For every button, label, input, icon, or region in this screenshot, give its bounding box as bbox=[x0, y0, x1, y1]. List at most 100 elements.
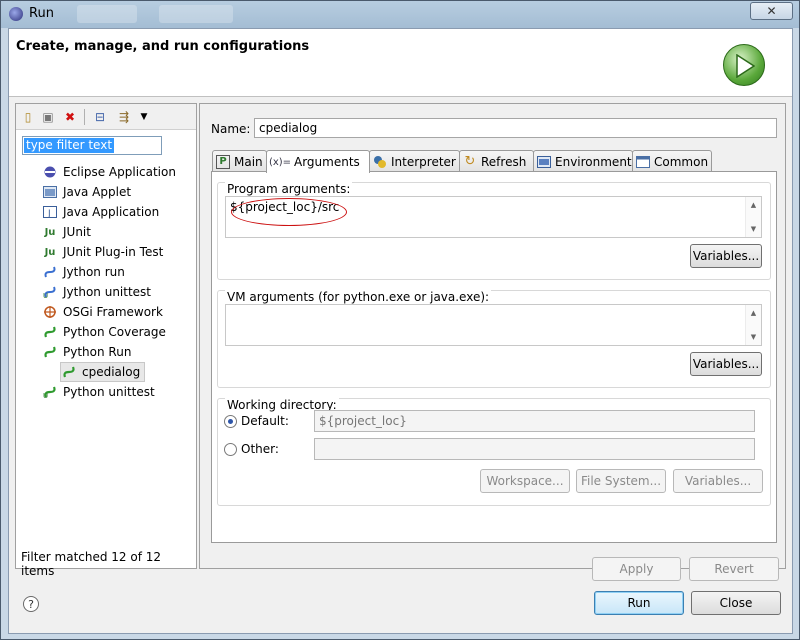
tab-arguments[interactable]: (x)= Arguments bbox=[266, 150, 370, 173]
configuration-editor-pane: Name: cpedialog P Main (x)= Arguments In… bbox=[199, 103, 786, 581]
tab-interpreter[interactable]: Interpreter bbox=[369, 150, 460, 172]
tab-label: Common bbox=[654, 154, 709, 169]
close-icon: ✕ bbox=[766, 4, 777, 18]
vm-variables-button[interactable]: Variables... bbox=[690, 352, 762, 376]
tab-label: Interpreter bbox=[391, 154, 456, 169]
other-radio[interactable]: Other: bbox=[224, 439, 279, 459]
arguments-tab-body: Program arguments: ${project_loc}/src ▲ … bbox=[211, 171, 777, 543]
python-config-icon bbox=[61, 364, 77, 380]
arguments-icon: (x)= bbox=[268, 156, 292, 168]
delete-config-button[interactable]: ✖ bbox=[62, 109, 78, 125]
tree-item-jython-run[interactable]: Jython run bbox=[42, 262, 125, 282]
vm-arguments-title: VM arguments (for python.exe or java.exe… bbox=[225, 290, 492, 304]
filter-icon: ⇶ bbox=[118, 110, 130, 124]
name-input[interactable]: cpedialog bbox=[254, 118, 777, 138]
environment-icon bbox=[537, 155, 551, 169]
vm-arguments-group: VM arguments (for python.exe or java.exe… bbox=[217, 290, 771, 388]
tab-refresh[interactable]: ↻ Refresh bbox=[459, 150, 534, 172]
junit-icon: Ju bbox=[44, 226, 56, 238]
collapse-all-button[interactable]: ⊟ bbox=[92, 109, 108, 125]
default-radio-label: Default: bbox=[241, 414, 289, 428]
working-dir-variables-button[interactable]: Variables... bbox=[673, 469, 763, 493]
program-arguments-scrollbar[interactable]: ▲ ▼ bbox=[745, 197, 761, 237]
other-directory-field[interactable] bbox=[314, 438, 755, 460]
window-close-button[interactable]: ✕ bbox=[750, 2, 793, 20]
vm-arguments-scrollbar[interactable]: ▲ ▼ bbox=[745, 305, 761, 345]
eclipse-icon bbox=[9, 7, 23, 21]
config-toolbar: ▯ ▣ ✖ ⊟ ⇶ ▼ bbox=[16, 104, 196, 130]
run-icon bbox=[723, 44, 765, 86]
tree-item-python-run[interactable]: Python Run bbox=[42, 342, 131, 362]
svg-text:U: U bbox=[43, 392, 48, 399]
tree-item-java-application[interactable]: J Java Application bbox=[42, 202, 159, 222]
window-title: Run bbox=[29, 6, 54, 21]
scroll-down-icon[interactable]: ▼ bbox=[746, 331, 761, 343]
tab-label: Main bbox=[234, 154, 263, 169]
main-tab-icon: P bbox=[216, 154, 230, 169]
radio-unselected-icon bbox=[224, 442, 237, 456]
scroll-up-icon[interactable]: ▲ bbox=[746, 199, 761, 211]
applet-icon bbox=[42, 184, 58, 200]
tree-item-label: JUnit Plug-in Test bbox=[63, 245, 164, 259]
java-app-icon: J bbox=[42, 204, 58, 220]
vm-arguments-textarea[interactable]: ▲ ▼ bbox=[225, 304, 762, 346]
dialog-header: Create, manage, and run configurations bbox=[9, 29, 792, 97]
run-dialog-window: Run ✕ Create, manage, and run configurat… bbox=[0, 0, 800, 640]
tree-item-python-unittest[interactable]: U Python unittest bbox=[42, 382, 155, 402]
jython-unittest-icon: U bbox=[42, 284, 58, 300]
tree-item-jython-unittest[interactable]: U Jython unittest bbox=[42, 282, 151, 302]
filter-menu-button[interactable]: ▼ bbox=[136, 109, 152, 125]
tab-main[interactable]: P Main bbox=[212, 150, 267, 172]
svg-text:J: J bbox=[47, 209, 51, 218]
radio-selected-icon bbox=[224, 414, 237, 428]
osgi-icon bbox=[42, 304, 58, 320]
tree-item-label: Python Run bbox=[63, 345, 132, 359]
duplicate-icon: ▣ bbox=[42, 110, 54, 124]
tree-item-java-applet[interactable]: Java Applet bbox=[42, 182, 131, 202]
filter-input[interactable]: type filter text bbox=[22, 136, 162, 155]
tree-item-label: Java Applet bbox=[63, 185, 132, 199]
tree-item-label: Python unittest bbox=[63, 385, 155, 399]
background-window-ghost bbox=[159, 5, 233, 23]
file-system-button[interactable]: File System... bbox=[576, 469, 666, 493]
junit-plugin-icon: Ju bbox=[44, 246, 56, 258]
tree-item-label: OSGi Framework bbox=[63, 305, 163, 319]
scroll-up-icon[interactable]: ▲ bbox=[746, 307, 761, 319]
program-variables-button[interactable]: Variables... bbox=[690, 244, 762, 268]
python-unittest-icon: U bbox=[42, 384, 58, 400]
apply-button[interactable]: Apply bbox=[592, 557, 681, 581]
title-bar[interactable]: Run ✕ bbox=[1, 1, 799, 28]
configuration-list-pane: ▯ ▣ ✖ ⊟ ⇶ ▼ type filter text Eclipse App… bbox=[15, 103, 197, 578]
duplicate-config-button[interactable]: ▣ bbox=[40, 109, 56, 125]
tab-environment[interactable]: Environment bbox=[533, 150, 633, 172]
tree-item-eclipse-application[interactable]: Eclipse Application bbox=[42, 162, 176, 182]
tree-item-junit[interactable]: Ju JUnit bbox=[42, 222, 91, 242]
program-arguments-textarea[interactable]: ${project_loc}/src ▲ ▼ bbox=[225, 196, 762, 238]
tree-item-label: Jython unittest bbox=[63, 285, 152, 299]
tree-item-python-coverage[interactable]: Python Coverage bbox=[42, 322, 166, 342]
default-directory-field: ${project_loc} bbox=[314, 410, 755, 432]
workspace-button[interactable]: Workspace... bbox=[480, 469, 570, 493]
tab-label: Arguments bbox=[294, 155, 360, 169]
program-arguments-group: Program arguments: ${project_loc}/src ▲ … bbox=[217, 182, 771, 280]
tree-item-label: cpedialog bbox=[82, 365, 141, 379]
tree-item-label: JUnit bbox=[63, 225, 91, 239]
scroll-down-icon[interactable]: ▼ bbox=[746, 223, 761, 235]
close-button[interactable]: Close bbox=[691, 591, 781, 615]
tree-item-junit-plugin-test[interactable]: Ju JUnit Plug-in Test bbox=[42, 242, 164, 262]
default-radio[interactable]: Default: bbox=[224, 411, 289, 431]
run-button[interactable]: Run bbox=[594, 591, 684, 615]
filter-button[interactable]: ⇶ bbox=[116, 109, 132, 125]
new-config-button[interactable]: ▯ bbox=[20, 109, 36, 125]
tree-item-cpedialog[interactable]: cpedialog bbox=[60, 362, 146, 382]
revert-button[interactable]: Revert bbox=[689, 557, 779, 581]
help-icon[interactable]: ? bbox=[23, 596, 39, 612]
jython-run-icon bbox=[42, 264, 58, 280]
working-directory-group: Working directory: Default: ${project_lo… bbox=[217, 398, 771, 506]
tree-item-osgi-framework[interactable]: OSGi Framework bbox=[42, 302, 163, 322]
new-file-icon: ▯ bbox=[24, 110, 32, 124]
program-arguments-title: Program arguments: bbox=[225, 182, 353, 196]
tab-common[interactable]: Common bbox=[632, 150, 712, 172]
refresh-icon: ↻ bbox=[464, 154, 476, 169]
collapse-icon: ⊟ bbox=[94, 110, 106, 124]
